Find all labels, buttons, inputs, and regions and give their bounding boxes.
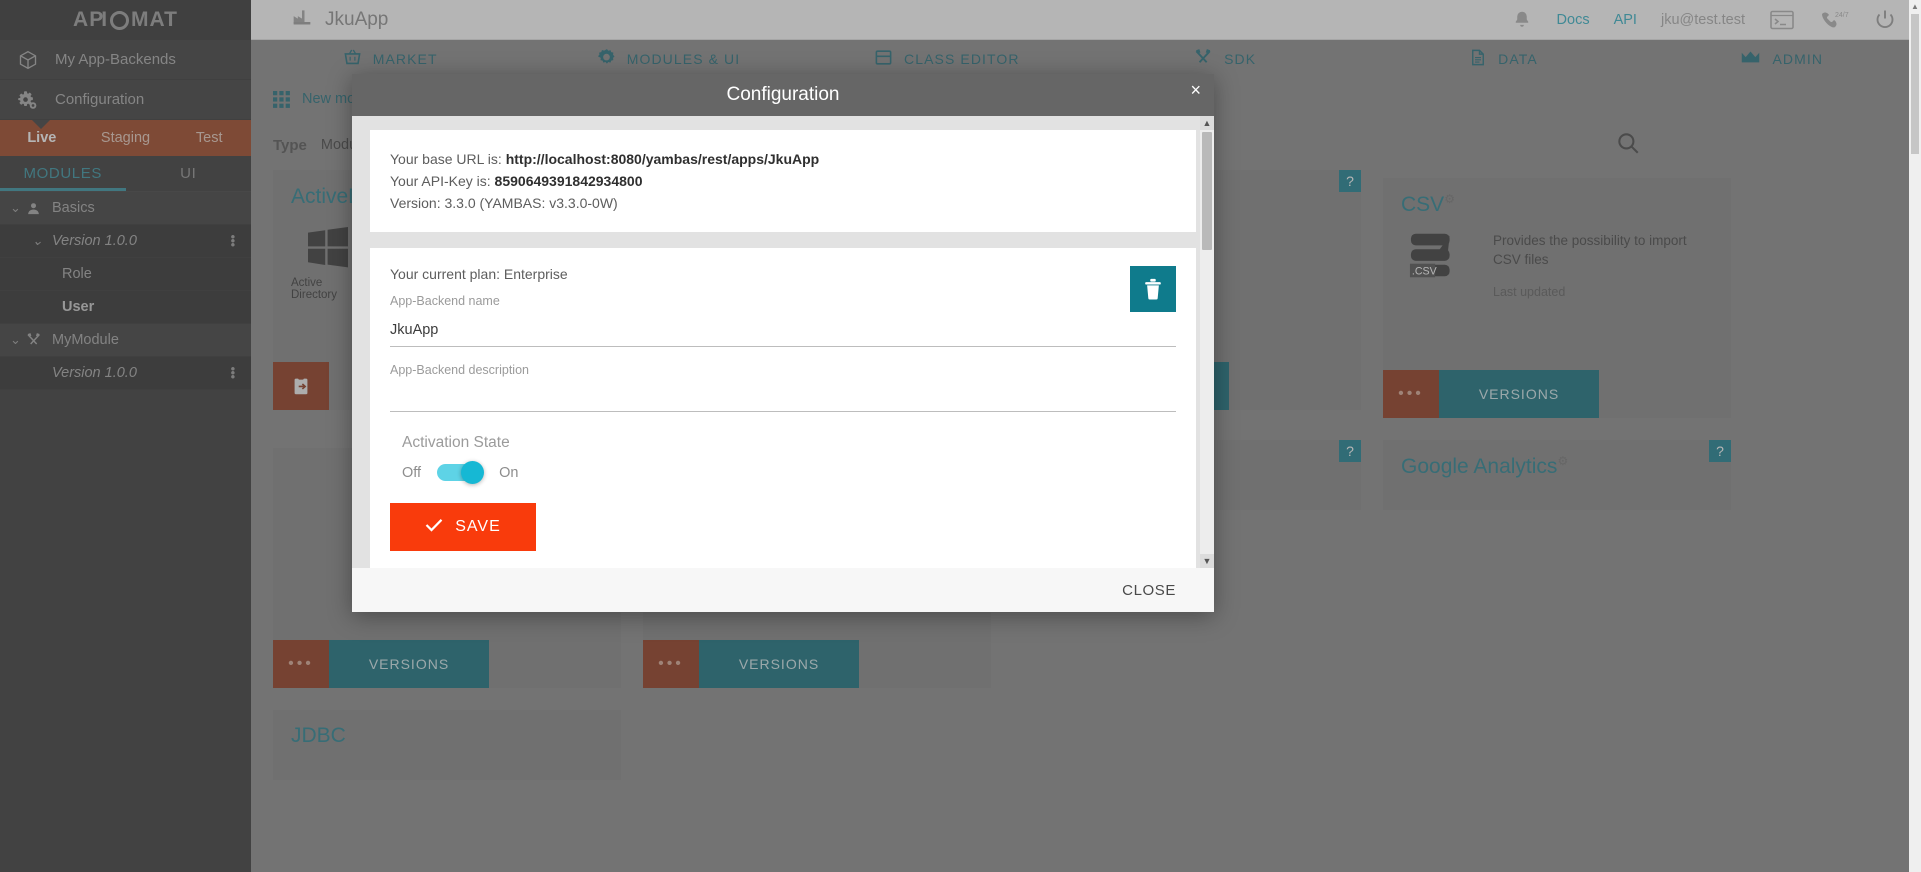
version-line: Version: 3.3.0 (YAMBAS: v3.3.0-0W) <box>390 195 618 211</box>
scroll-up-arrow[interactable]: ▲ <box>1200 116 1214 130</box>
page-scrollbar[interactable]: ▲ <box>1909 0 1921 872</box>
dialog-header: Configuration × <box>352 74 1214 116</box>
api-key-line: Your API-Key is: 8590649391842934800 <box>390 170 1176 192</box>
dialog-scrollbar[interactable]: ▲ ▼ <box>1200 116 1214 568</box>
backend-name-field[interactable]: App-Backend name JkuApp <box>390 294 1176 347</box>
page-scroll-up-arrow[interactable]: ▲ <box>1909 0 1921 12</box>
activation-state-label: Activation State <box>402 434 510 451</box>
dialog-body: Your base URL is: http://localhost:8080/… <box>352 116 1214 568</box>
configuration-dialog: Configuration × Your base URL is: http:/… <box>352 74 1214 612</box>
toggle-on-label: On <box>499 464 519 481</box>
toggle-off-label: Off <box>402 464 422 481</box>
backend-form-panel: Your current plan: Enterprise App-Backen… <box>370 248 1196 568</box>
check-icon <box>425 518 443 537</box>
backend-description-field[interactable]: App-Backend description <box>390 363 1176 412</box>
backend-description-input[interactable] <box>390 377 1176 412</box>
close-button[interactable]: CLOSE <box>1122 582 1176 599</box>
dialog-title: Configuration <box>726 84 840 105</box>
api-key-label: Your API-Key is: <box>390 173 491 189</box>
current-plan-line: Your current plan: Enterprise <box>390 266 568 282</box>
api-key-value: 8590649391842934800 <box>494 173 643 189</box>
save-button[interactable]: SAVE <box>390 503 536 551</box>
dialog-footer: CLOSE <box>352 568 1214 612</box>
activation-state-row: Off On <box>402 461 1176 484</box>
close-icon[interactable]: × <box>1190 80 1201 101</box>
base-url-line: Your base URL is: http://localhost:8080/… <box>390 148 1176 170</box>
toggle-knob <box>461 461 485 484</box>
scroll-down-arrow[interactable]: ▼ <box>1200 554 1214 568</box>
trash-icon[interactable] <box>1130 266 1176 312</box>
scroll-thumb[interactable] <box>1202 132 1212 250</box>
save-button-label: SAVE <box>455 518 501 535</box>
page-scroll-thumb[interactable] <box>1911 14 1919 154</box>
info-panel: Your base URL is: http://localhost:8080/… <box>370 130 1196 232</box>
base-url-value: http://localhost:8080/yambas/rest/apps/J… <box>505 151 820 167</box>
backend-name-input[interactable]: JkuApp <box>390 308 1176 347</box>
base-url-label: Your base URL is: <box>390 151 502 167</box>
backend-description-label: App-Backend description <box>390 363 529 377</box>
activation-toggle[interactable] <box>437 461 485 484</box>
backend-name-label: App-Backend name <box>390 294 500 308</box>
